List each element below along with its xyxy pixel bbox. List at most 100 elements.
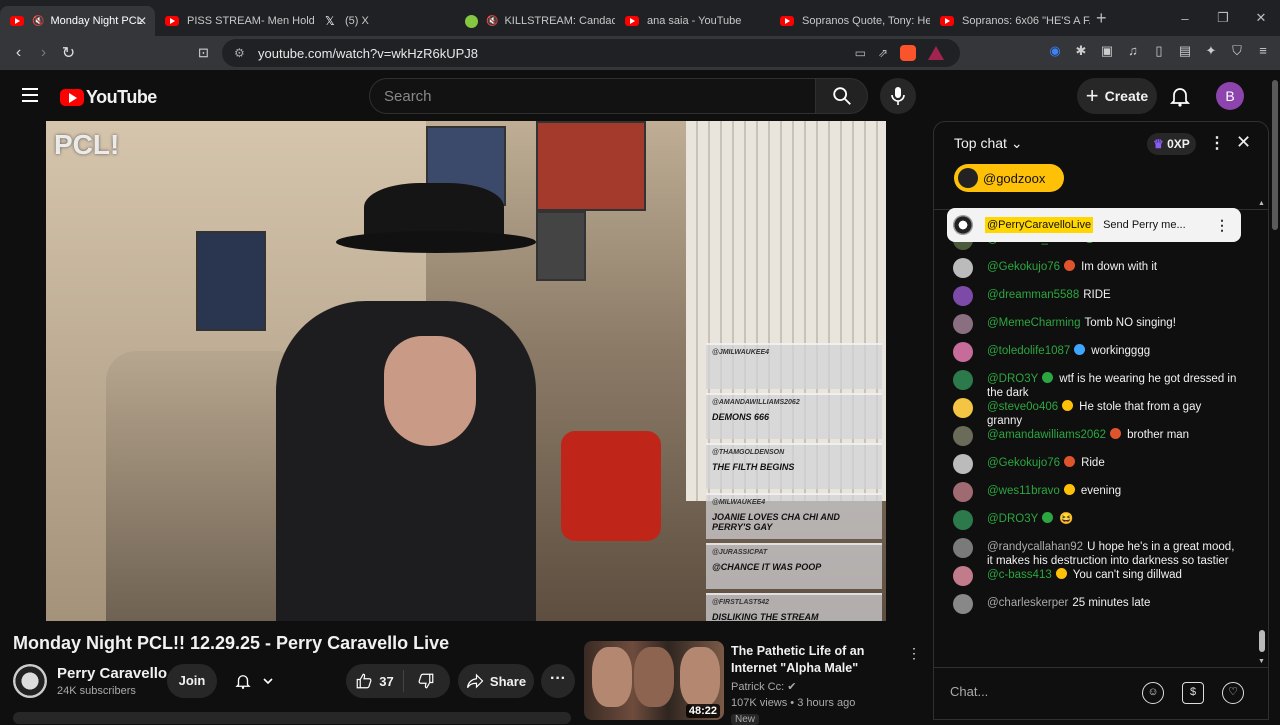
like-button[interactable]: 37 — [346, 670, 404, 692]
share-button[interactable]: Share — [458, 664, 534, 698]
close-tab-icon[interactable]: ✕ — [137, 14, 147, 28]
chat-avatar[interactable] — [953, 538, 973, 558]
chat-message[interactable]: @randycallahan92 U hope he's in a great m… — [934, 538, 1254, 568]
chat-avatar[interactable] — [953, 342, 973, 362]
chat-message[interactable]: @wes11bravo evening — [934, 482, 1254, 512]
youtube-logo[interactable]: YouTube — [60, 87, 157, 108]
vpn-icon[interactable]: ◉ — [1048, 43, 1062, 59]
chat-author[interactable]: @randycallahan92 — [987, 541, 1083, 553]
browser-tab[interactable]: 𝕏 (5) X — [315, 6, 455, 36]
wallet-icon[interactable]: ▤ — [1178, 43, 1192, 59]
screenshot-icon[interactable]: ▣ — [1100, 43, 1114, 59]
chat-message[interactable]: @charleskerper 25 minutes late — [934, 594, 1254, 624]
chat-avatar[interactable] — [953, 286, 973, 306]
dislike-button[interactable] — [404, 672, 448, 690]
scroll-down-icon[interactable]: ▼ — [1258, 658, 1265, 665]
super-chat-icon[interactable]: $ — [1182, 682, 1204, 704]
chat-avatar[interactable] — [953, 482, 973, 502]
new-tab-button[interactable]: + — [1096, 8, 1107, 29]
chat-author[interactable]: @Gekokujo76 — [987, 457, 1060, 469]
heart-icon[interactable]: ♡ — [1222, 682, 1244, 704]
more-actions-button[interactable]: ··· — [541, 664, 575, 698]
bookmark-icon[interactable]: ⊡ — [191, 45, 216, 61]
forward-button[interactable]: › — [31, 44, 56, 62]
chat-author[interactable]: @toledolife1087 — [987, 345, 1070, 357]
browser-tab[interactable]: PISS STREAM- Men Holdin — [155, 6, 315, 36]
search-button[interactable] — [816, 78, 868, 114]
media-icon[interactable]: ♫ — [1126, 43, 1140, 59]
recommended-thumbnail[interactable]: 48:22 — [584, 641, 724, 720]
recommended-title[interactable]: The Pathetic Life of an Internet "Alpha … — [731, 643, 901, 677]
emoji-icon[interactable]: ☺ — [1142, 682, 1164, 704]
leo-ai-icon[interactable]: ✦ — [1204, 43, 1218, 59]
join-button[interactable]: Join — [167, 664, 217, 698]
cast-icon[interactable]: ▭ — [855, 46, 866, 60]
super-chat-ticker[interactable]: @godzoox — [954, 164, 1064, 192]
chat-author[interactable]: @steve0o406 — [987, 401, 1058, 413]
description-box[interactable] — [13, 712, 571, 724]
minimize-button[interactable]: – — [1166, 11, 1204, 26]
chat-message[interactable]: @steve0o406 He stole that from a gay gran… — [934, 398, 1254, 428]
brave-shields-icon[interactable] — [900, 45, 916, 61]
recommended-channel[interactable]: Patrick Cc: ✔ — [731, 680, 796, 693]
browser-menu-icon[interactable]: ≡ — [1256, 43, 1270, 59]
site-settings-icon[interactable]: ⚙ — [234, 46, 248, 60]
extensions-icon[interactable]: ✱ — [1074, 43, 1088, 59]
chat-author[interactable]: @DRO3Y — [987, 513, 1038, 525]
menu-icon[interactable] — [22, 88, 38, 102]
create-button[interactable]: + Create — [1077, 78, 1157, 114]
chat-message[interactable]: @Gekokujo76 Ride — [934, 454, 1254, 484]
chat-message[interactable]: @amandawilliams2062 brother man — [934, 426, 1254, 456]
chat-message[interactable]: @MemeCharming Tomb NO singing! — [934, 314, 1254, 344]
chat-mode-dropdown[interactable]: Top chat ⌄ — [954, 135, 1023, 152]
close-window-button[interactable]: ✕ — [1242, 10, 1280, 26]
url-bar[interactable]: ⚙ youtube.com/watch?v=wkHzR6kUPJ8 ▭ ⇗ — [222, 39, 960, 67]
browser-tab[interactable]: ana saia - YouTube — [615, 6, 770, 36]
recommended-more-icon[interactable]: ⋮ — [907, 645, 921, 662]
chat-avatar[interactable] — [953, 314, 973, 334]
chat-more-icon[interactable]: ⋮ — [1209, 133, 1225, 153]
notification-settings-button[interactable] — [224, 664, 284, 698]
brave-rewards-icon[interactable] — [928, 46, 944, 60]
chat-author[interactable]: @MemeCharming — [987, 317, 1080, 329]
pinned-message[interactable]: @PerryCaravelloLive Send Perry me... ⋮ — [947, 208, 1241, 242]
chat-avatar[interactable] — [953, 510, 973, 530]
channel-avatar[interactable] — [13, 664, 47, 698]
browser-tab[interactable]: 🔇 Monday Night PCL ✕ — [0, 6, 155, 36]
chat-message[interactable]: @c-bass413 You can't sing dillwad — [934, 566, 1254, 596]
browser-tab[interactable]: Sopranos Quote, Tony: He — [770, 6, 930, 36]
chat-avatar[interactable] — [953, 566, 973, 586]
chat-input[interactable]: Chat... — [950, 684, 1140, 699]
chat-author[interactable]: @charleskerper — [987, 597, 1068, 609]
back-button[interactable]: ‹ — [6, 44, 31, 62]
chat-author[interactable]: @DRO3Y — [987, 373, 1038, 385]
vpn-shield-icon[interactable]: ⛉ — [1230, 43, 1244, 59]
chat-author[interactable]: @wes11bravo — [987, 485, 1060, 497]
chat-avatar[interactable] — [953, 426, 973, 446]
notifications-bell-icon[interactable] — [1168, 84, 1192, 108]
reload-button[interactable]: ↻ — [56, 43, 81, 63]
chat-message[interactable]: @toledolife1087 workingggg — [934, 342, 1254, 372]
channel-name[interactable]: Perry Caravello — [57, 665, 167, 682]
chat-message[interactable]: @dreamman5588 RIDE — [934, 286, 1254, 316]
chat-avatar[interactable] — [953, 398, 973, 418]
page-scrollbar[interactable] — [1270, 70, 1280, 720]
browser-tab[interactable]: 🔇 KILLSTREAM: Candace — [455, 6, 615, 36]
scroll-up-icon[interactable]: ▲ — [1258, 200, 1265, 207]
chat-close-icon[interactable]: ✕ — [1236, 132, 1251, 153]
sidebar-icon[interactable]: ▯ — [1152, 43, 1166, 59]
xp-badge[interactable]: ♛ 0XP — [1147, 133, 1196, 155]
page-scroll-thumb[interactable] — [1272, 80, 1278, 230]
chat-author[interactable]: @dreamman5588 — [987, 289, 1079, 301]
search-input[interactable]: Search — [369, 78, 816, 114]
browser-tab[interactable]: Sopranos: 6x06 "HE'S A FA — [930, 6, 1090, 36]
chat-author[interactable]: @c-bass413 — [987, 569, 1052, 581]
pinned-more-icon[interactable]: ⋮ — [1215, 217, 1229, 234]
voice-search-button[interactable] — [880, 78, 916, 114]
chat-author[interactable]: @Gekokujo76 — [987, 261, 1060, 273]
chat-author[interactable]: @amandawilliams2062 — [987, 429, 1106, 441]
chat-avatar[interactable] — [953, 370, 973, 390]
chat-message[interactable]: @DRO3Y wtf is he wearing he got dressed i… — [934, 370, 1254, 400]
account-avatar[interactable]: B — [1216, 82, 1244, 110]
chat-scrollbar[interactable]: ▲ ▼ — [1258, 200, 1266, 670]
